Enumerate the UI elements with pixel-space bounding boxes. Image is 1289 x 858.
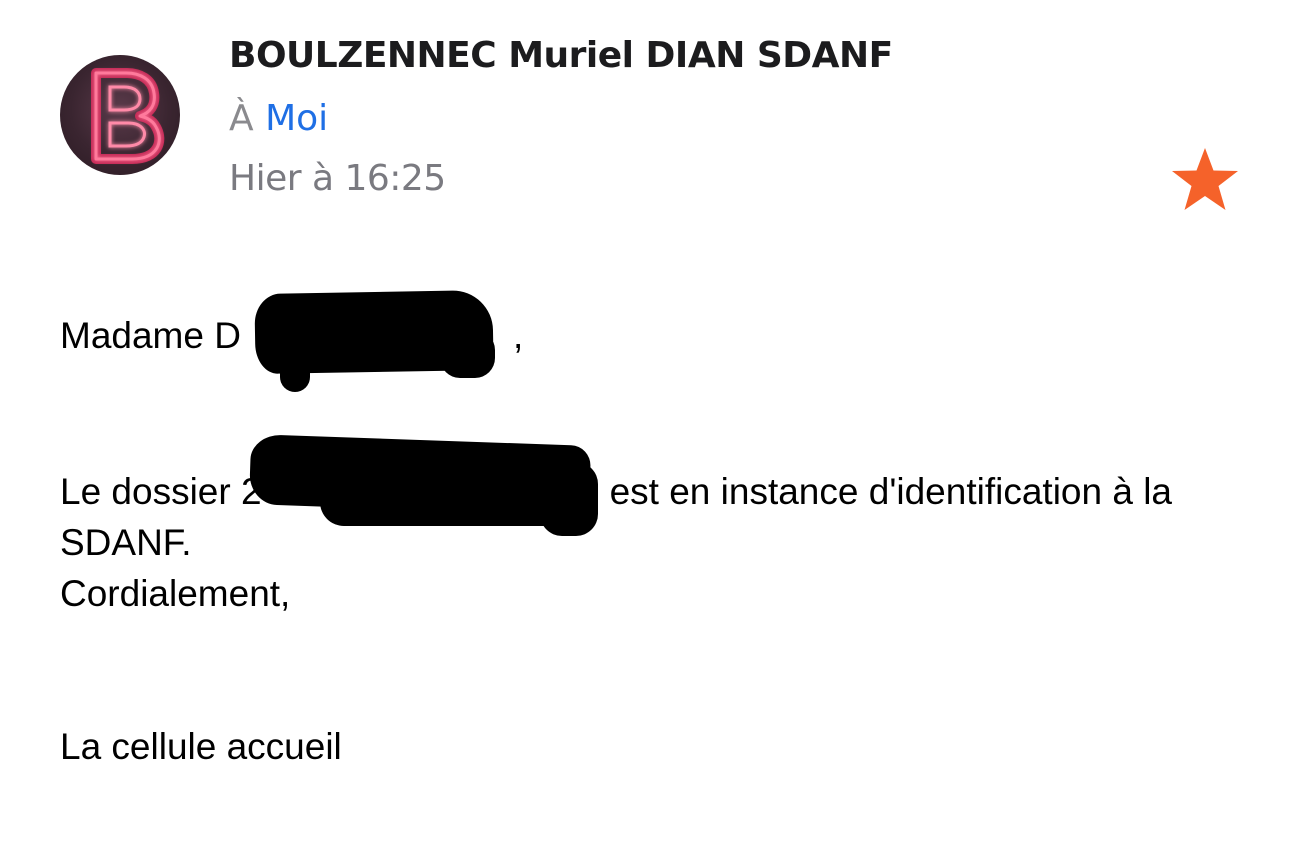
redaction-mark bbox=[280, 340, 310, 392]
redaction-mark bbox=[540, 462, 598, 536]
email-header: BOULZENNEC Muriel DIAN SDANF À Moi Hier … bbox=[0, 0, 1289, 230]
sdanf-line: SDANF. bbox=[60, 522, 192, 563]
closing-line: Cordialement, bbox=[60, 573, 291, 614]
redaction-mark bbox=[440, 330, 495, 378]
sender-avatar[interactable] bbox=[60, 55, 180, 175]
recipient-row: À Moi bbox=[229, 98, 328, 139]
sender-name[interactable]: BOULZENNEC Muriel DIAN SDANF bbox=[229, 35, 893, 76]
neon-b-logo-icon bbox=[91, 68, 165, 164]
dossier-prefix: Le dossier 2 bbox=[60, 471, 262, 512]
signature-line: La cellule accueil bbox=[60, 726, 342, 767]
recipient-prefix: À bbox=[229, 98, 254, 139]
dossier-suffix: est en instance d'identification à la bbox=[609, 471, 1173, 512]
star-icon bbox=[1172, 148, 1238, 210]
star-button[interactable] bbox=[1170, 146, 1240, 212]
message-date: Hier à 16:25 bbox=[229, 158, 446, 199]
recipient-link[interactable]: Moi bbox=[265, 98, 328, 139]
greeting-prefix: Madame D bbox=[60, 315, 241, 356]
dossier-line: Le dossier 2 est en instance d'identifica… bbox=[60, 466, 1172, 518]
greeting-suffix: , bbox=[512, 315, 524, 356]
